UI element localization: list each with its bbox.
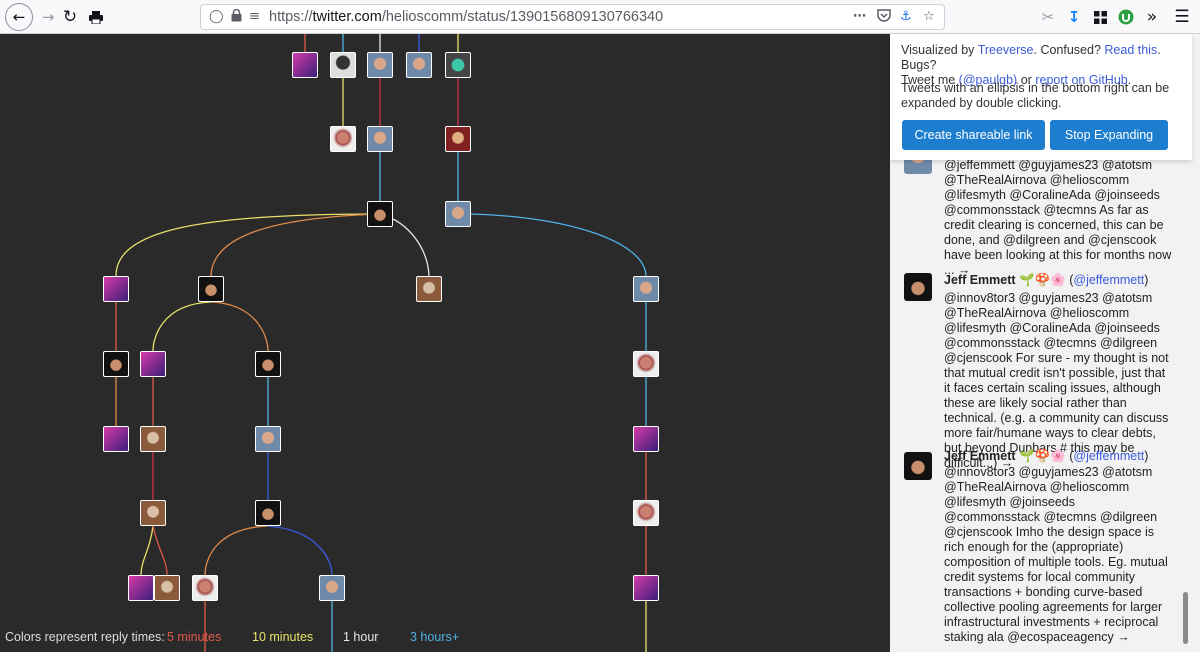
read-this-link[interactable]: Read this (1104, 43, 1157, 57)
treeverse-link[interactable]: Treeverse (978, 43, 1034, 57)
tweet-node-avatar[interactable] (128, 575, 154, 601)
star-icon[interactable]: ☆ (923, 9, 935, 24)
more-icon[interactable]: ⋯ (853, 9, 867, 24)
tweet-node-avatar[interactable] (192, 575, 218, 601)
tweet-node-avatar[interactable] (445, 126, 471, 152)
tweet-text: @innov8tor3 @guyjames23 @atotsm @TheReal… (944, 291, 1169, 470)
print-icon[interactable] (84, 5, 108, 29)
stop-expanding-button[interactable]: Stop Expanding (1050, 120, 1168, 150)
download-icon[interactable]: ↧ (1062, 5, 1086, 29)
reload-icon[interactable]: ↻ (58, 5, 82, 29)
reply-tree-canvas[interactable] (0, 34, 890, 652)
tweet-node-avatar[interactable] (633, 575, 659, 601)
pocket-icon[interactable] (877, 9, 891, 26)
tweet-node-avatar[interactable] (633, 426, 659, 452)
tweet-node-avatar[interactable] (255, 426, 281, 452)
tweet-node-avatar[interactable] (406, 52, 432, 78)
create-shareable-link-button[interactable]: Create shareable link (902, 120, 1045, 150)
url-text[interactable]: https://twitter.com/helioscomm/status/13… (269, 9, 663, 25)
tweet-header: Jeff Emmett 🌱🍄🌸 (@jeffemmett) (944, 273, 1149, 287)
panel-scrollbar[interactable] (1183, 592, 1188, 644)
address-bar[interactable]: ◯ ≡ https://twitter.com/helioscomm/statu… (200, 4, 945, 30)
tweet-node-avatar[interactable] (198, 276, 224, 302)
overflow-icon[interactable]: » (1140, 5, 1164, 29)
legend-item-1-hour: 1 hour (343, 630, 379, 644)
tweet-node-avatar[interactable] (445, 52, 471, 78)
avatar[interactable] (904, 452, 932, 480)
legend-label: Colors represent reply times: (5, 630, 165, 644)
tweet-node-avatar[interactable] (367, 126, 393, 152)
extensions-icon[interactable] (1088, 5, 1112, 29)
vpn-icon[interactable] (1114, 5, 1138, 29)
author-handle-link[interactable]: @jeffemmett (1073, 273, 1144, 287)
legend-item-10-minutes: 10 minutes (252, 630, 314, 644)
tweet-node-avatar[interactable] (140, 500, 166, 526)
tweet-text: @jeffemmett @guyjames23 @atotsm @TheReal… (944, 158, 1172, 277)
tweet-node-avatar[interactable] (255, 500, 281, 526)
tweet-node-avatar[interactable] (319, 575, 345, 601)
shield-icon[interactable]: ◯ (209, 9, 224, 24)
author-handle-link[interactable]: @jeffemmett (1073, 449, 1144, 463)
tracking-icon[interactable]: ≡ (249, 9, 260, 24)
legend-item-5-minutes: 5 minutes (167, 630, 222, 644)
tweet-node-avatar[interactable] (255, 351, 281, 377)
browser-toolbar: ← → ↻ ◯ ≡ https://twitter.com/helioscomm… (0, 0, 1200, 34)
back-arrow-icon[interactable]: ← (5, 3, 33, 31)
tweet-node-avatar[interactable] (103, 351, 129, 377)
screenshot-icon[interactable]: ✂ (1036, 5, 1060, 29)
legend-item-3-hours: 3 hours+ (410, 630, 459, 644)
forward-arrow-icon[interactable]: → (36, 5, 60, 29)
tweet-node-avatar[interactable] (633, 351, 659, 377)
tweet-node-avatar[interactable] (103, 276, 129, 302)
tweet-node-avatar[interactable] (633, 276, 659, 302)
expand-note: Tweets with an ellipsis in the bottom ri… (901, 81, 1170, 110)
tweet-node-avatar[interactable] (140, 426, 166, 452)
tweet-node-avatar[interactable] (292, 52, 318, 78)
tweet-node-avatar[interactable] (140, 351, 166, 377)
tweet-node-avatar[interactable] (154, 575, 180, 601)
tweet-node-avatar[interactable] (416, 276, 442, 302)
tweet-node-avatar[interactable] (367, 52, 393, 78)
tweet-node-avatar[interactable] (445, 201, 471, 227)
lock-icon[interactable] (231, 8, 242, 26)
avatar[interactable] (904, 273, 932, 301)
menu-icon[interactable]: ☰ (1170, 5, 1194, 29)
info-box: Visualized by Treeverse. Confused? Read … (890, 34, 1192, 160)
tweet-header: Jeff Emmett 🌱🍄🌸 (@jeffemmett) (944, 449, 1149, 463)
tweet-node-avatar[interactable] (103, 426, 129, 452)
tweet-node-avatar[interactable] (367, 201, 393, 227)
tweet-node-avatar[interactable] (633, 500, 659, 526)
translate-icon[interactable]: ⚓ (900, 9, 912, 24)
tweet-node-avatar[interactable] (330, 126, 356, 152)
tweet-node-avatar[interactable] (330, 52, 356, 78)
tweet-text: @innov8tor3 @guyjames23 @atotsm @TheReal… (944, 465, 1168, 644)
